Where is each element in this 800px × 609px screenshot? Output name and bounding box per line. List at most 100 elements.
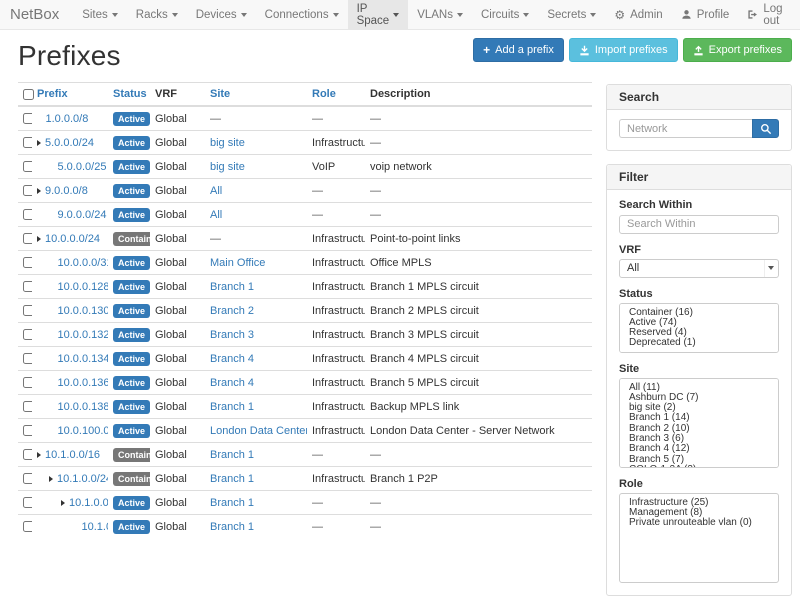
site-link[interactable]: All xyxy=(210,185,222,197)
prefix-link[interactable]: 9.0.0.0/8 xyxy=(45,185,88,197)
site-link[interactable]: London Data Center xyxy=(210,425,307,437)
site-link[interactable]: Branch 4 xyxy=(210,353,254,365)
site-link[interactable]: Branch 1 xyxy=(210,401,254,413)
column-sort-link[interactable]: Site xyxy=(210,88,230,100)
site-link[interactable]: Main Office xyxy=(210,257,265,269)
row-checkbox[interactable] xyxy=(23,257,32,268)
nav-link-log-out[interactable]: Log out xyxy=(738,0,794,29)
row-checkbox[interactable] xyxy=(23,305,32,316)
button-label: Export prefixes xyxy=(709,43,782,57)
row-checkbox[interactable] xyxy=(23,473,32,484)
listbox-option[interactable]: Management (8) xyxy=(629,508,776,518)
row-checkbox[interactable] xyxy=(23,281,32,292)
prefix-link[interactable]: 10.1.0.0/24 xyxy=(57,473,108,485)
site-link[interactable]: Branch 1 xyxy=(210,449,254,461)
row-checkbox[interactable] xyxy=(23,209,32,220)
row-checkbox[interactable] xyxy=(23,497,32,508)
prefix-link[interactable]: 9.0.0.0/24 xyxy=(58,209,107,221)
site-link[interactable]: Branch 3 xyxy=(210,329,254,341)
add-a-prefix-button[interactable]: +Add a prefix xyxy=(473,38,564,62)
prefix-link[interactable]: 10.0.0.138/31 xyxy=(58,401,109,413)
search-input[interactable] xyxy=(619,119,752,138)
description-text: Branch 4 MPLS circuit xyxy=(370,353,479,365)
row-checkbox[interactable] xyxy=(23,329,32,340)
site-link[interactable]: Branch 1 xyxy=(210,281,254,293)
expand-caret-icon[interactable] xyxy=(37,452,41,458)
site-link[interactable]: Branch 1 xyxy=(210,521,254,533)
site-link[interactable]: big site xyxy=(210,161,245,173)
prefix-link[interactable]: 5.0.0.0/24 xyxy=(45,137,94,149)
prefix-link[interactable]: 10.0.0.134/31 xyxy=(58,353,109,365)
row-checkbox[interactable] xyxy=(23,521,32,532)
expand-caret-icon[interactable] xyxy=(49,476,53,482)
prefix-link[interactable]: 10.0.0.128/31 xyxy=(58,281,109,293)
expand-caret-icon[interactable] xyxy=(37,236,41,242)
row-checkbox[interactable] xyxy=(23,113,32,124)
nav-item-circuits[interactable]: Circuits xyxy=(472,0,538,29)
prefix-link[interactable]: 10.1.0.0/25 xyxy=(69,497,108,509)
nav-item-vlans[interactable]: VLANs xyxy=(408,0,472,29)
status-listbox[interactable]: Container (16)Active (74)Reserved (4)Dep… xyxy=(619,303,779,353)
prefix-link[interactable]: 10.0.0.0/31 xyxy=(58,257,109,269)
role-cell: — xyxy=(307,106,365,131)
prefix-link[interactable]: 10.0.100.0/24 xyxy=(58,425,109,437)
role-listbox[interactable]: Infrastructure (25)Management (8)Private… xyxy=(619,493,779,583)
nav-item-sites[interactable]: Sites xyxy=(73,0,127,29)
site-link[interactable]: All xyxy=(210,209,222,221)
prefix-link[interactable]: 1.0.0.0/8 xyxy=(46,113,89,125)
prefix-cell-content: 10.0.0.130/31 xyxy=(37,305,103,317)
select-all-checkbox[interactable] xyxy=(23,89,34,100)
listbox-option[interactable]: Deprecated (1) xyxy=(629,338,776,348)
prefix-link[interactable]: 10.1.0.0/16 xyxy=(45,449,100,461)
row-checkbox[interactable] xyxy=(23,449,32,460)
listbox-option[interactable]: COLO-1-2A (3) xyxy=(629,465,776,468)
import-prefixes-button[interactable]: Import prefixes xyxy=(569,38,678,62)
column-header-role[interactable]: Role xyxy=(307,83,365,107)
site-link[interactable]: Branch 1 xyxy=(210,473,254,485)
search-button[interactable] xyxy=(752,119,779,138)
export-prefixes-button[interactable]: Export prefixes xyxy=(683,38,792,62)
app-brand[interactable]: NetBox xyxy=(0,0,73,29)
expand-caret-icon[interactable] xyxy=(37,140,41,146)
site-link[interactable]: Branch 4 xyxy=(210,377,254,389)
nav-item-ip-space[interactable]: IP Space xyxy=(348,0,409,29)
column-header-prefix[interactable]: Prefix xyxy=(32,83,108,107)
filter-label-status: Status xyxy=(619,288,779,300)
column-sort-link[interactable]: Role xyxy=(312,88,336,100)
site-link[interactable]: Branch 2 xyxy=(210,305,254,317)
nav-item-devices[interactable]: Devices xyxy=(187,0,256,29)
nav-item-secrets[interactable]: Secrets xyxy=(538,0,605,29)
column-sort-link[interactable]: Prefix xyxy=(37,88,68,100)
nav-link-admin[interactable]: ⚙Admin xyxy=(605,0,671,29)
row-checkbox[interactable] xyxy=(23,185,32,196)
row-checkbox[interactable] xyxy=(23,377,32,388)
prefix-link[interactable]: 10.1.0.0/26 xyxy=(82,521,109,533)
prefix-cell-content: 10.0.0.136/31 xyxy=(37,377,103,389)
row-checkbox[interactable] xyxy=(23,161,32,172)
row-checkbox[interactable] xyxy=(23,137,32,148)
site-listbox[interactable]: All (11)Ashburn DC (7)big site (2)Branch… xyxy=(619,378,779,468)
prefix-link[interactable]: 10.0.0.0/24 xyxy=(45,233,100,245)
expand-caret-icon[interactable] xyxy=(37,188,41,194)
nav-link-profile[interactable]: Profile xyxy=(672,0,739,29)
row-checkbox[interactable] xyxy=(23,401,32,412)
column-header-site[interactable]: Site xyxy=(205,83,307,107)
site-link[interactable]: big site xyxy=(210,137,245,149)
nav-item-connections[interactable]: Connections xyxy=(256,0,348,29)
prefix-link[interactable]: 10.0.0.136/31 xyxy=(58,377,109,389)
prefix-link[interactable]: 10.0.0.132/31 xyxy=(58,329,109,341)
listbox-option[interactable]: Private unrouteable vlan (0) xyxy=(629,518,776,528)
row-checkbox[interactable] xyxy=(23,425,32,436)
column-header-status[interactable]: Status xyxy=(108,83,150,107)
site-link[interactable]: Branch 1 xyxy=(210,497,254,509)
column-sort-link[interactable]: Status xyxy=(113,88,147,100)
nav-item-racks[interactable]: Racks xyxy=(127,0,187,29)
prefix-link[interactable]: 5.0.0.0/25 xyxy=(58,161,107,173)
search-within-input[interactable] xyxy=(619,215,779,234)
expand-caret-icon[interactable] xyxy=(61,500,65,506)
prefix-link[interactable]: 10.0.0.130/31 xyxy=(58,305,109,317)
row-checkbox[interactable] xyxy=(23,353,32,364)
row-checkbox[interactable] xyxy=(23,233,32,244)
prefix-cell: 9.0.0.0/8 xyxy=(32,179,108,203)
vrf-select[interactable]: All xyxy=(619,259,779,278)
